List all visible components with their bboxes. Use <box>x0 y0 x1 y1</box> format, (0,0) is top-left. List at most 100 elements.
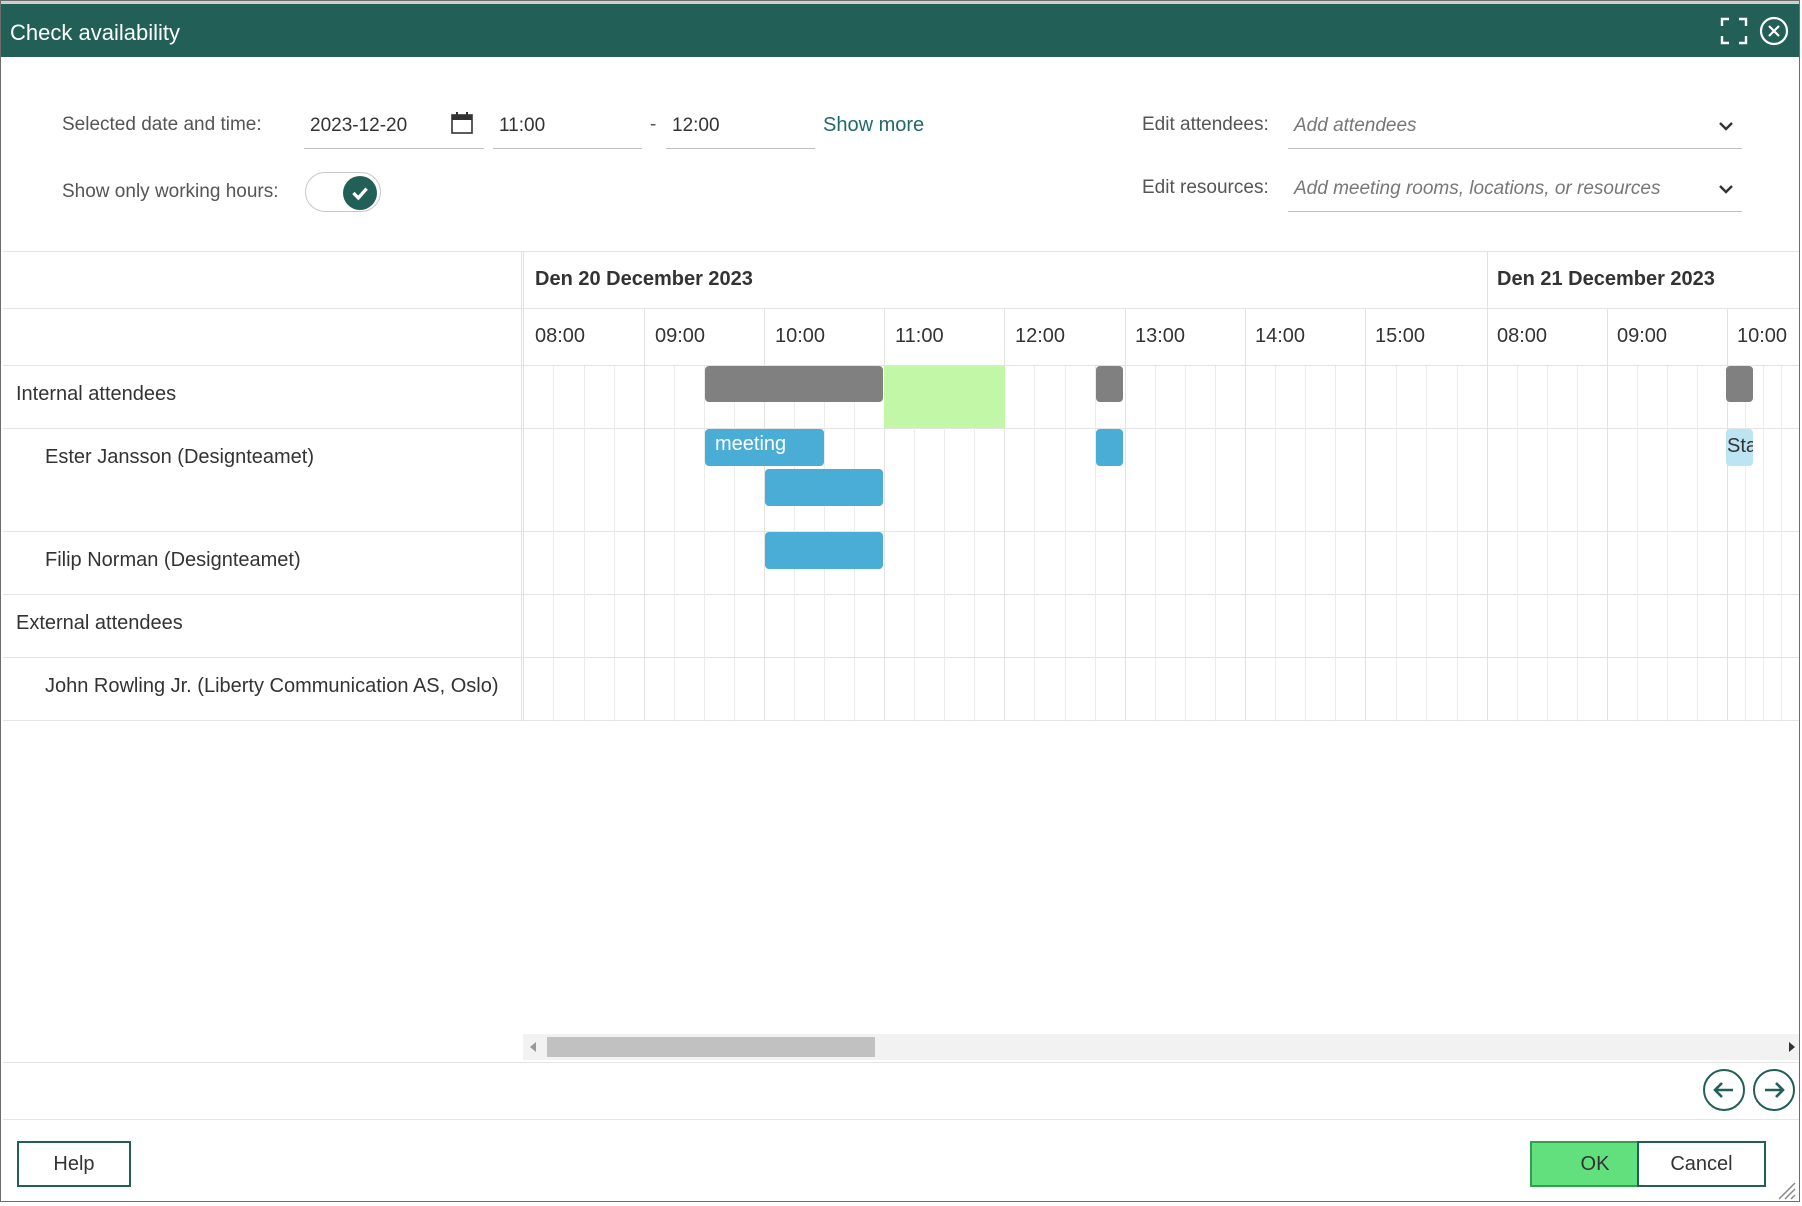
resources-placeholder: Add meeting rooms, locations, or resourc… <box>1294 178 1661 199</box>
row-attendee-filip[interactable]: Filip Norman (Designteamet) <box>45 549 301 572</box>
quarter-gridline <box>1275 366 1276 721</box>
grid-top-border <box>3 251 1799 252</box>
show-more-link[interactable]: Show more <box>823 114 924 137</box>
hour-label: 08:00 <box>535 325 586 347</box>
quarter-gridline <box>614 366 615 721</box>
row-border <box>3 428 1799 429</box>
event-block[interactable]: meeting <box>705 429 824 466</box>
title-bar: Check availability <box>1 1 1799 57</box>
event-block[interactable] <box>765 469 883 506</box>
quarter-gridline <box>1577 366 1578 721</box>
chevron-down-icon[interactable] <box>1715 178 1737 200</box>
busy-block <box>705 366 883 402</box>
quarter-gridline <box>1095 366 1096 721</box>
row-external-attendees: External attendees <box>16 612 183 634</box>
check-icon <box>343 176 377 210</box>
hour-gridline <box>1607 308 1608 721</box>
ok-button-label: OK <box>1580 1152 1610 1175</box>
hour-label: 13:00 <box>1135 325 1186 347</box>
previous-arrow-icon[interactable] <box>1703 1069 1745 1111</box>
end-time-field[interactable]: 12:00 <box>666 109 815 149</box>
help-button[interactable]: Help <box>17 1141 131 1187</box>
hour-label: 14:00 <box>1255 325 1306 347</box>
start-time-value: 11:00 <box>499 115 546 136</box>
quarter-gridline <box>1335 366 1336 721</box>
hour-label: 08:00 <box>1497 325 1548 347</box>
event-block[interactable] <box>1096 429 1123 466</box>
row-border <box>3 531 1799 532</box>
quarter-gridline <box>1763 366 1764 721</box>
day-header: Den 21 December 2023 <box>1497 268 1715 290</box>
quarter-gridline <box>1426 366 1427 721</box>
hour-gridline <box>1365 308 1366 721</box>
footer-separator <box>3 1119 1799 1120</box>
working-hours-toggle[interactable] <box>305 172 381 212</box>
calendar-icon[interactable] <box>451 112 473 134</box>
help-button-label: Help <box>53 1152 95 1175</box>
day-header: Den 20 December 2023 <box>535 268 753 290</box>
day-row-border <box>3 308 1799 309</box>
time-separator: - <box>650 114 657 135</box>
edit-resources-label: Edit resources: <box>1142 177 1269 198</box>
availability-grid: Den 20 December 2023 Den 21 December 202… <box>3 251 1799 721</box>
hour-label: 10:00 <box>1737 325 1788 347</box>
selected-date-label: Selected date and time: <box>62 114 262 135</box>
hour-label: 11:00 <box>895 325 944 347</box>
quarter-gridline <box>1457 366 1458 721</box>
working-hours-label: Show only working hours: <box>62 181 279 202</box>
row-border <box>3 657 1799 658</box>
quarter-gridline <box>1155 366 1156 721</box>
attendees-input[interactable]: Add attendees <box>1288 109 1742 149</box>
quarter-gridline <box>1034 366 1035 721</box>
quarter-gridline <box>1065 366 1066 721</box>
quarter-gridline <box>1215 366 1216 721</box>
quarter-gridline <box>1781 366 1782 721</box>
close-icon[interactable] <box>1759 16 1789 46</box>
quarter-gridline <box>674 366 675 721</box>
hour-gridline <box>644 308 645 721</box>
quarter-gridline <box>704 366 705 721</box>
quarter-gridline <box>1667 366 1668 721</box>
next-arrow-icon[interactable] <box>1753 1069 1795 1111</box>
dialog-title: Check availability <box>10 20 180 45</box>
chevron-down-icon[interactable] <box>1715 115 1737 137</box>
resources-input[interactable]: Add meeting rooms, locations, or resourc… <box>1288 172 1742 212</box>
scroll-left-icon[interactable] <box>530 1042 536 1052</box>
quarter-gridline <box>1637 366 1638 721</box>
horizontal-scrollbar[interactable] <box>523 1034 1799 1060</box>
event-title: meeting <box>715 433 787 455</box>
resize-grip-icon[interactable] <box>1777 1181 1797 1201</box>
quarter-gridline <box>1517 366 1518 721</box>
start-time-field[interactable]: 11:00 <box>493 109 642 149</box>
cancel-button[interactable]: Cancel <box>1637 1141 1766 1187</box>
quarter-gridline <box>734 366 735 721</box>
scroll-thumb[interactable] <box>547 1037 875 1057</box>
quarter-gridline <box>553 366 554 721</box>
attendees-placeholder: Add attendees <box>1294 115 1417 136</box>
row-attendee-ester[interactable]: Ester Jansson (Designteamet) <box>45 446 314 469</box>
edit-attendees-label: Edit attendees: <box>1142 114 1269 135</box>
hour-label: 09:00 <box>655 325 706 347</box>
hour-gridline <box>1125 308 1126 721</box>
row-border <box>3 594 1799 595</box>
label-column-border <box>521 251 522 721</box>
quarter-gridline <box>584 366 585 721</box>
row-attendee-john[interactable]: John Rowling Jr. (Liberty Communication … <box>45 675 499 698</box>
busy-block <box>1096 366 1123 402</box>
busy-block <box>1726 366 1753 402</box>
quarter-gridline <box>1697 366 1698 721</box>
maximize-icon[interactable] <box>1719 16 1749 46</box>
check-availability-dialog: Check availability Selected date and tim… <box>0 0 1800 1202</box>
event-block[interactable] <box>765 532 883 569</box>
event-block[interactable]: Sta <box>1726 429 1753 466</box>
cancel-button-label: Cancel <box>1670 1152 1733 1175</box>
row-border <box>3 720 1799 721</box>
quarter-gridline <box>1305 366 1306 721</box>
hour-label: 12:00 <box>1015 325 1066 347</box>
quarter-gridline <box>1547 366 1548 721</box>
selected-timeslot[interactable] <box>884 366 1005 428</box>
scroll-right-icon[interactable] <box>1789 1042 1795 1052</box>
row-internal-attendees: Internal attendees <box>16 383 177 405</box>
quarter-gridline <box>1745 366 1746 721</box>
quarter-gridline <box>1396 366 1397 721</box>
